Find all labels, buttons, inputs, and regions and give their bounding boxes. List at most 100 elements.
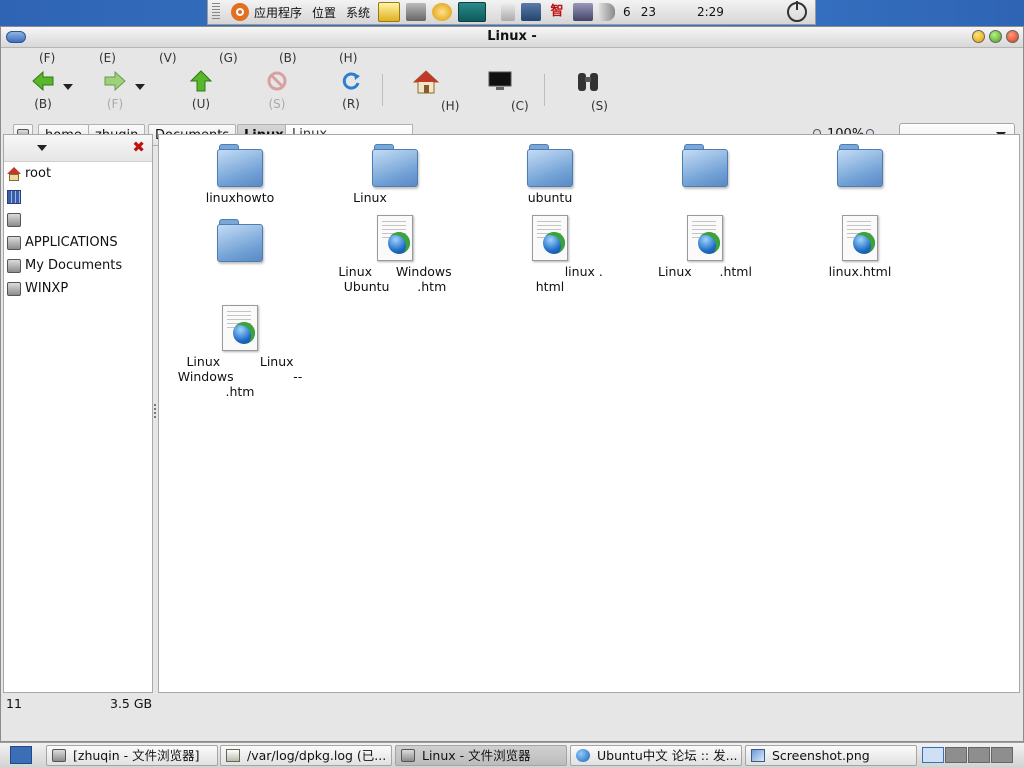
file-name: ubuntu	[527, 190, 573, 205]
forward-label: (F)	[106, 97, 124, 111]
up-label: (U)	[191, 97, 211, 111]
menu-edit[interactable]: (E)	[99, 51, 159, 65]
workspace-1[interactable]	[922, 747, 944, 763]
date-day[interactable]: 23	[641, 5, 656, 19]
text-editor-icon	[226, 749, 240, 762]
forward-button[interactable]: (F)	[89, 70, 141, 111]
home-label: (H)	[441, 99, 460, 113]
sidebar-item-root[interactable]: root	[4, 162, 152, 185]
system-menu[interactable]: 系统	[346, 4, 370, 21]
top-panel: 应用程序 位置 系统 智 6 23 2:29	[207, 0, 816, 25]
back-history-chevron-down-icon[interactable]	[63, 84, 73, 90]
menu-go[interactable]: (G)	[219, 51, 279, 65]
splitter-grip	[154, 404, 156, 418]
terminal-icon[interactable]	[521, 3, 542, 21]
reload-button[interactable]: (R)	[325, 70, 377, 111]
file-item[interactable]: linux . html	[480, 215, 620, 294]
forward-history-chevron-down-icon[interactable]	[135, 84, 145, 90]
file-name: Linux Linux Windows -- .htm	[177, 354, 303, 399]
maximize-button[interactable]	[989, 30, 1002, 43]
drive-icon	[7, 258, 21, 273]
side-pane-type-chevron-down-icon[interactable]	[37, 145, 47, 151]
printer-icon[interactable]	[501, 3, 516, 21]
bottom-panel: [zhuqin - 文件浏览器] /var/log/dpkg.log (已...…	[0, 742, 1024, 768]
folder-icon	[527, 141, 573, 187]
sidebar-item-filesystem[interactable]	[4, 208, 152, 231]
task-button[interactable]: Screenshot.png	[745, 745, 917, 766]
stop-button[interactable]: (S)	[251, 70, 303, 111]
toolbar: (B) (F) (U) (S) (R) (H) (C) (S)	[1, 68, 1023, 118]
file-item[interactable]	[635, 141, 775, 190]
file-item[interactable]	[790, 141, 930, 190]
status-bar: 11 3.5 GB	[0, 694, 1022, 714]
workspace-3[interactable]	[968, 747, 990, 763]
side-pane-header[interactable]: ✖	[4, 135, 152, 162]
sidebar-item-desktop[interactable]	[4, 185, 152, 208]
show-desktop-icon[interactable]	[10, 746, 32, 764]
input-method-icon[interactable]: 智	[547, 3, 567, 21]
menu-view[interactable]: (V)	[159, 51, 219, 65]
back-label: (B)	[34, 97, 52, 111]
back-arrow-icon	[32, 70, 54, 92]
task-button[interactable]: /var/log/dpkg.log (已...	[220, 745, 392, 766]
file-item[interactable]: Linux Linux Windows -- .htm	[170, 305, 310, 399]
folder-icon	[217, 141, 263, 187]
file-item[interactable]	[170, 216, 310, 265]
applications-menu[interactable]: 应用程序	[231, 3, 302, 21]
close-side-pane-icon[interactable]: ✖	[132, 138, 145, 156]
clock[interactable]: 2:29	[697, 5, 724, 19]
binoculars-icon	[578, 73, 598, 91]
file-name: linux . html	[535, 264, 603, 294]
window-title: Linux -	[487, 29, 537, 44]
home-icon	[7, 166, 21, 181]
back-button[interactable]: (B)	[17, 70, 69, 111]
html-document-icon	[842, 215, 878, 261]
date-month[interactable]: 6	[623, 5, 631, 19]
power-icon[interactable]	[787, 1, 807, 22]
file-item[interactable]: ubuntu	[480, 141, 620, 205]
close-button[interactable]	[1006, 30, 1019, 43]
sidebar-item-winxp[interactable]: WINXP	[4, 277, 152, 300]
task-button[interactable]: Linux - 文件浏览器	[395, 745, 567, 766]
menu-file[interactable]: (F)	[39, 51, 99, 65]
file-item[interactable]: Linux Windows Ubuntu .htm	[325, 215, 465, 294]
folder-icon	[217, 216, 263, 262]
task-button[interactable]: [zhuqin - 文件浏览器]	[46, 745, 218, 766]
file-item[interactable]: Linux .html	[635, 215, 775, 279]
display-icon[interactable]	[573, 3, 594, 21]
drive-icon	[7, 235, 21, 250]
places-menu[interactable]: 位置	[312, 4, 336, 21]
workspace-switcher	[922, 747, 1013, 763]
mail-launcher-icon[interactable]	[378, 2, 401, 22]
menu-bar: (F) (E) (V) (G) (B) (H)	[1, 48, 1023, 68]
file-name: Linux Windows Ubuntu .htm	[338, 264, 452, 294]
task-button[interactable]: Ubuntu中文 论坛 :: 发...	[570, 745, 742, 766]
task-label: Linux - 文件浏览器	[422, 748, 531, 763]
file-item[interactable]: linux.html	[790, 215, 930, 279]
window-menu-icon[interactable]	[6, 31, 26, 43]
system-monitor-icon[interactable]	[458, 2, 487, 22]
up-button[interactable]: (U)	[175, 70, 227, 111]
title-bar[interactable]: Linux -	[1, 27, 1023, 48]
home-button[interactable]: (H)	[412, 70, 489, 113]
network-icon[interactable]	[432, 3, 453, 21]
file-item[interactable]: Linux	[325, 141, 465, 205]
menu-help[interactable]: (H)	[339, 51, 399, 65]
panel-grip[interactable]	[212, 3, 220, 21]
sidebar-item-applications[interactable]: APPLICATIONS	[4, 231, 152, 254]
html-document-icon	[532, 215, 568, 261]
sidebar-item-my-documents[interactable]: My Documents	[4, 254, 152, 277]
applications-menu-label: 应用程序	[254, 5, 303, 20]
search-button[interactable]: (S)	[575, 70, 627, 113]
stop-label: (S)	[268, 97, 286, 111]
trash-icon[interactable]	[406, 3, 427, 21]
menu-bookmarks[interactable]: (B)	[279, 51, 339, 65]
minimize-button[interactable]	[972, 30, 985, 43]
workspace-4[interactable]	[991, 747, 1013, 763]
computer-button[interactable]: (C)	[487, 70, 545, 113]
file-view[interactable]: linuxhowto Linux ubuntu Linux Windows Ub…	[158, 134, 1020, 693]
item-count: 11	[6, 696, 22, 711]
volume-icon[interactable]	[599, 3, 616, 21]
workspace-2[interactable]	[945, 747, 967, 763]
reload-icon	[342, 72, 360, 90]
